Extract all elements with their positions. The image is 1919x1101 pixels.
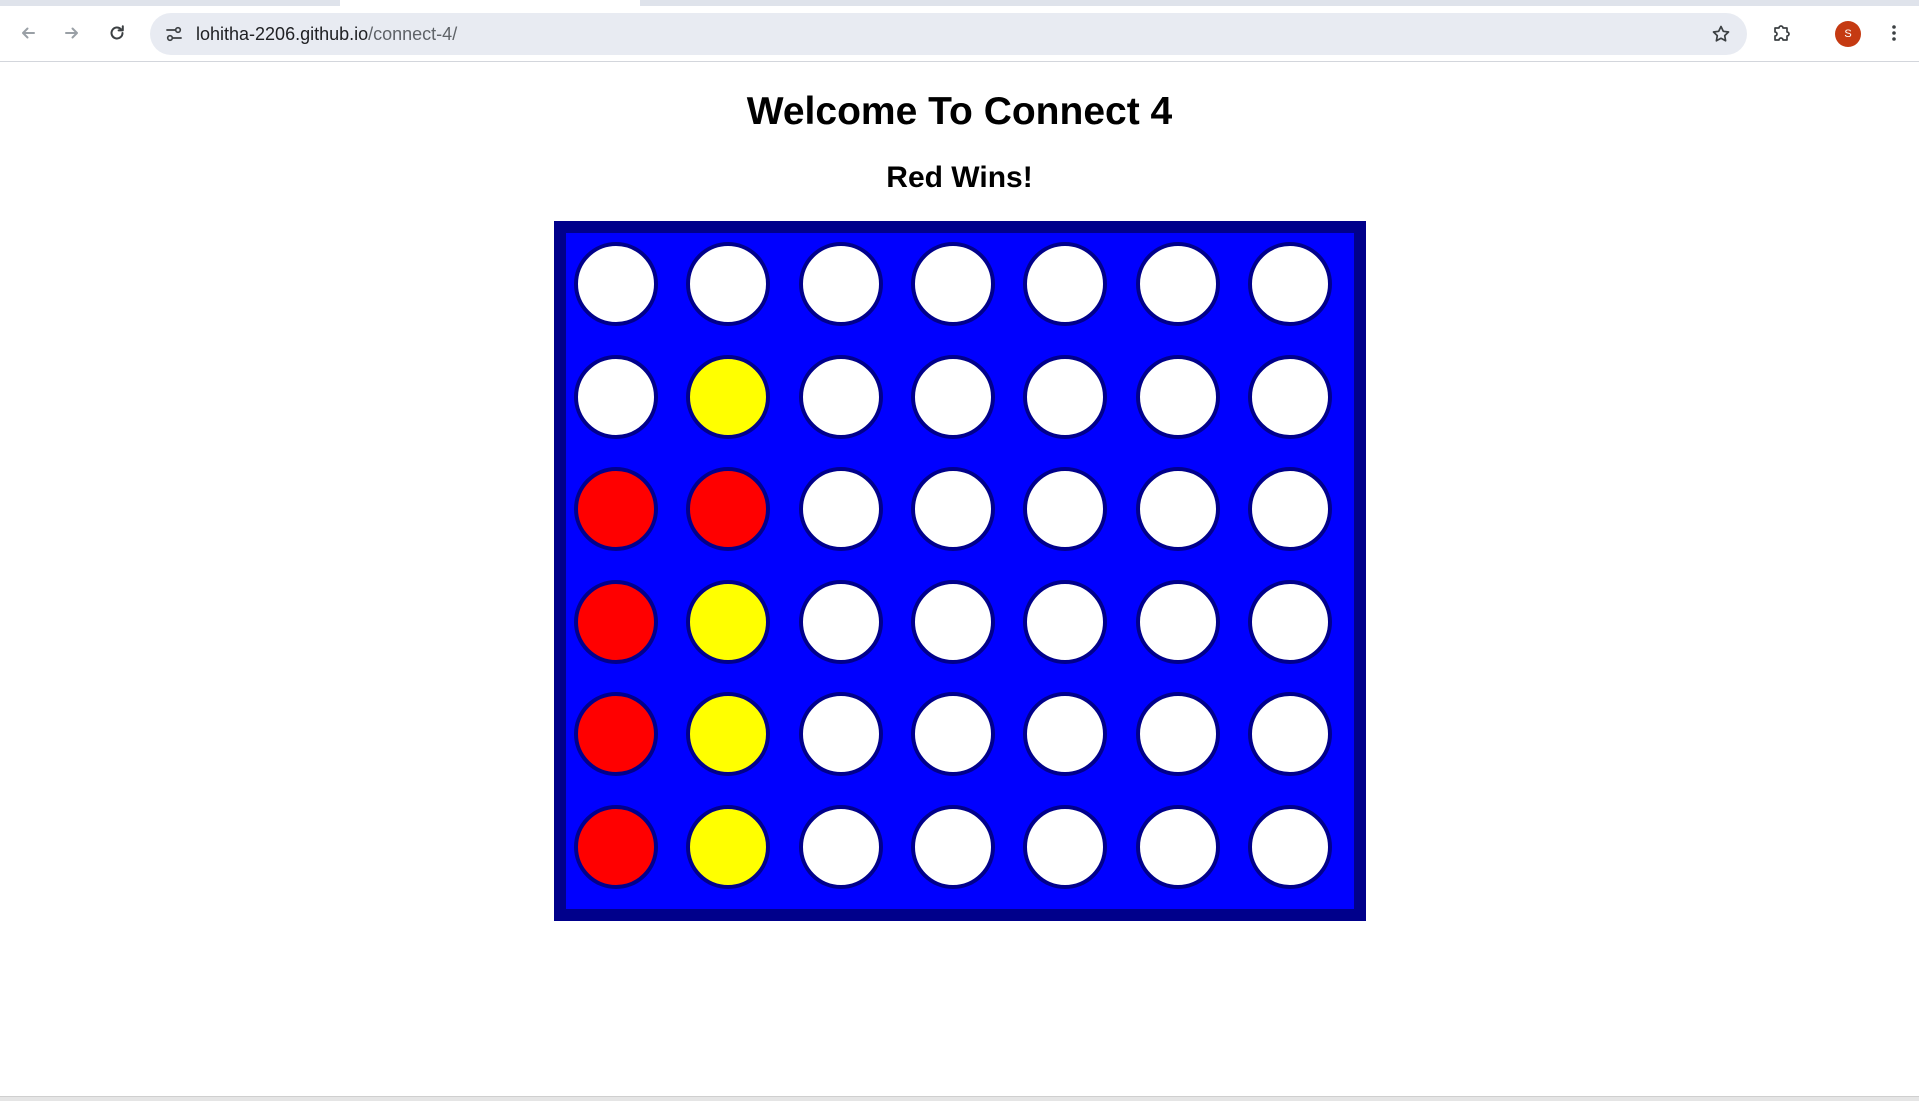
board-cell-r1-c4[interactable]	[910, 242, 995, 326]
board-cell-r3-c3[interactable]	[798, 467, 883, 551]
forward-button[interactable]	[54, 15, 90, 51]
board-cell-r4-c1[interactable]	[574, 579, 658, 664]
board-cell-r1-c3[interactable]	[798, 242, 883, 326]
browser-toolbar: lohitha-2206.github.io/connect-4/ S	[0, 6, 1919, 62]
extensions-button[interactable]	[1764, 15, 1800, 51]
board-cell-r3-c5[interactable]	[1023, 467, 1108, 551]
back-button[interactable]	[10, 15, 46, 51]
puzzle-icon	[1774, 25, 1790, 41]
board-cell-r2-c7[interactable]	[1247, 354, 1332, 439]
arrow-right-icon	[65, 27, 78, 39]
board-cell-r3-c7[interactable]	[1247, 467, 1332, 551]
board-cell-r1-c5[interactable]	[1023, 242, 1108, 326]
board-cell-r6-c7[interactable]	[1247, 804, 1332, 889]
board-cell-r2-c2[interactable]	[686, 354, 771, 439]
board-cell-r6-c3[interactable]	[798, 804, 883, 889]
board-cell-r4-c7[interactable]	[1247, 579, 1332, 664]
board-cell-r3-c1[interactable]	[574, 467, 658, 551]
game-board	[554, 221, 1366, 921]
url-host: lohitha-2206.github.io	[196, 24, 369, 44]
board-cell-r6-c2[interactable]	[686, 804, 771, 889]
board-cell-r4-c3[interactable]	[798, 579, 883, 664]
window-bottom-edge	[0, 1096, 1919, 1101]
arrow-left-icon	[22, 27, 35, 39]
address-bar[interactable]: lohitha-2206.github.io/connect-4/	[150, 13, 1747, 55]
profile-avatar[interactable]: S	[1835, 21, 1861, 47]
board-cell-r2-c3[interactable]	[798, 354, 883, 439]
board-cell-r6-c4[interactable]	[910, 804, 995, 889]
site-info-button[interactable]	[158, 18, 190, 50]
board-cell-r4-c2[interactable]	[686, 579, 771, 664]
board-cell-r3-c4[interactable]	[910, 467, 995, 551]
board-cell-r5-c6[interactable]	[1135, 692, 1220, 776]
board-cell-r1-c6[interactable]	[1135, 242, 1220, 326]
board-cell-r6-c6[interactable]	[1135, 804, 1220, 889]
url-text[interactable]: lohitha-2206.github.io/connect-4/	[196, 13, 457, 55]
board-cell-r2-c5[interactable]	[1023, 354, 1108, 439]
browser-menu-button[interactable]	[1876, 15, 1912, 51]
board-cell-r3-c6[interactable]	[1135, 467, 1220, 551]
board-cell-r4-c5[interactable]	[1023, 579, 1108, 664]
board-cell-r5-c7[interactable]	[1247, 692, 1332, 776]
board-cell-r2-c1[interactable]	[574, 354, 658, 439]
board-cell-r5-c5[interactable]	[1023, 692, 1108, 776]
board-cell-r1-c1[interactable]	[574, 242, 658, 326]
tune-icon	[166, 26, 182, 42]
page-content: Welcome To Connect 4 Red Wins!	[0, 63, 1919, 1096]
reload-button[interactable]	[99, 15, 135, 51]
reload-icon	[110, 25, 124, 40]
url-path: /connect-4/	[368, 24, 458, 44]
board-cell-r3-c2[interactable]	[686, 467, 771, 551]
page-title: Welcome To Connect 4	[746, 90, 1173, 133]
board-cell-r4-c6[interactable]	[1135, 579, 1220, 664]
board-cell-r2-c6[interactable]	[1135, 354, 1220, 439]
board-cell-r5-c3[interactable]	[798, 692, 883, 776]
bookmark-button[interactable]	[1705, 18, 1737, 50]
board-cell-r1-c2[interactable]	[686, 242, 771, 326]
board-cell-r1-c7[interactable]	[1247, 242, 1332, 326]
board-cell-r6-c5[interactable]	[1023, 804, 1108, 889]
star-icon	[1712, 25, 1730, 42]
board-cell-r5-c2[interactable]	[686, 692, 771, 776]
game-status: Red Wins!	[886, 161, 1033, 194]
board-cell-r6-c1[interactable]	[574, 804, 658, 889]
board-cell-r4-c4[interactable]	[910, 579, 995, 664]
board-cell-r5-c1[interactable]	[574, 692, 658, 776]
more-vert-icon	[1892, 25, 1896, 41]
board-cell-r5-c4[interactable]	[910, 692, 995, 776]
board-cell-r2-c4[interactable]	[910, 354, 995, 439]
